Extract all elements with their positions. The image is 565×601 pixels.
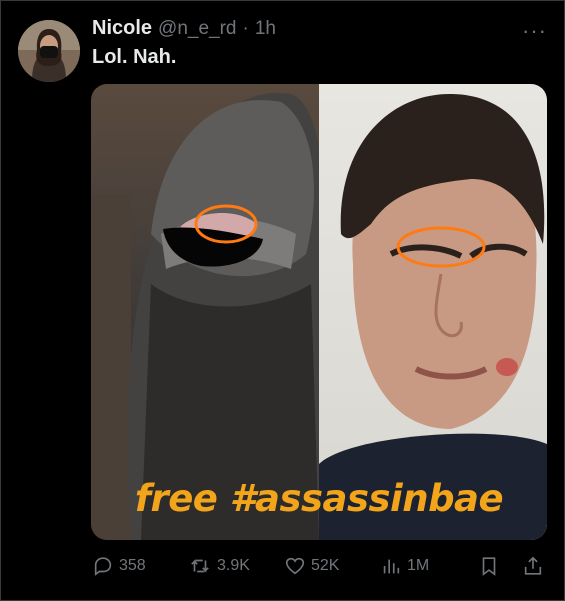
- media-caption: free #assassinbae: [134, 477, 504, 520]
- tweet-text: Lol. Nah.: [92, 46, 177, 68]
- tweet-time[interactable]: 1h: [255, 18, 276, 40]
- header-separator: ·: [242, 18, 249, 39]
- share-icon: [524, 556, 542, 575]
- repost-button[interactable]: 3.9K: [188, 551, 250, 581]
- avatar[interactable]: [18, 20, 80, 82]
- reply-count: 358: [119, 557, 146, 574]
- views-icon: [383, 559, 400, 574]
- bookmark-button[interactable]: [478, 551, 500, 581]
- like-count: 52K: [311, 557, 340, 574]
- tweet-header: Nicole @n_e_rd · 1h: [92, 17, 276, 41]
- author-name[interactable]: Nicole: [92, 17, 152, 40]
- repost-icon: [191, 559, 209, 573]
- view-count: 1M: [407, 557, 430, 574]
- bookmark-icon: [482, 557, 496, 576]
- author-handle[interactable]: @n_e_rd: [158, 18, 236, 40]
- share-button[interactable]: [522, 551, 544, 581]
- tweet-media[interactable]: free #assassinbae: [91, 84, 547, 540]
- avatar-image: [18, 20, 80, 82]
- more-options-icon[interactable]: ···: [522, 18, 547, 44]
- views-button[interactable]: 1M: [380, 551, 429, 581]
- like-button[interactable]: 52K: [284, 551, 339, 581]
- media-image: [91, 84, 547, 540]
- tweet-actions: 358 3.9K 52K 1M: [92, 551, 547, 581]
- repost-count: 3.9K: [217, 557, 250, 574]
- reply-button[interactable]: 358: [92, 551, 146, 581]
- like-icon: [285, 557, 305, 575]
- reply-icon: [94, 557, 112, 576]
